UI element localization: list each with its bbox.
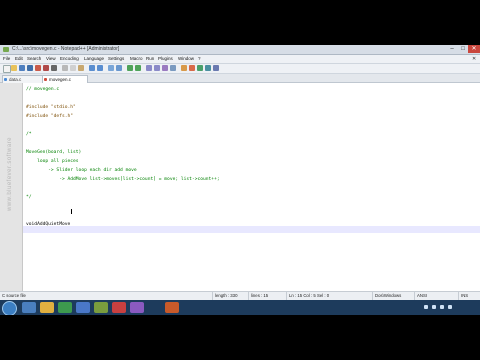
code-line[interactable]: voidAddQuietMove: [26, 221, 70, 228]
window-title: C:\...\src\movegen.c - Notepad++ [Admini…: [12, 46, 120, 52]
status-insert-mode: INS: [458, 292, 468, 300]
code-line[interactable]: /*: [26, 131, 32, 138]
menu-window[interactable]: Window: [178, 55, 194, 63]
open-file-icon[interactable]: [11, 65, 17, 71]
close-button[interactable]: ✕: [468, 45, 480, 53]
system-tray: [420, 302, 478, 313]
tray-icon[interactable]: [440, 305, 444, 309]
menu-macro[interactable]: Macro: [130, 55, 143, 63]
record-macro-icon[interactable]: [181, 65, 187, 71]
notepadpp-window: C:\...\src\movegen.c - Notepad++ [Admini…: [0, 45, 480, 315]
menu-edit[interactable]: Edit: [15, 55, 23, 63]
zoom-out-icon[interactable]: [135, 65, 141, 71]
paste-icon[interactable]: [78, 65, 84, 71]
menu-settings[interactable]: Settings: [108, 55, 124, 63]
menu-view[interactable]: View: [46, 55, 56, 63]
code-line[interactable]: */: [26, 194, 32, 201]
tab-label: data.c: [9, 77, 22, 82]
code-editor[interactable]: www.bluefever.software // movegen.c #incl…: [0, 83, 480, 299]
status-bar: C source file length : 330 lines : 15 Ln…: [0, 291, 480, 300]
text-caret: [71, 209, 72, 214]
word-wrap-icon[interactable]: [154, 65, 160, 71]
close-all-icon[interactable]: [43, 65, 49, 71]
menu-run[interactable]: Run: [146, 55, 154, 63]
run-macro-multiple-icon[interactable]: [205, 65, 211, 71]
program-taskbar-icon[interactable]: [130, 302, 144, 313]
tab-movegen-c[interactable]: movegen.c: [42, 75, 88, 83]
title-bar: C:\...\src\movegen.c - Notepad++ [Admini…: [0, 45, 480, 55]
cut-icon[interactable]: [62, 65, 68, 71]
menu-encoding[interactable]: Encoding: [60, 55, 79, 63]
menu-search[interactable]: Search: [27, 55, 41, 63]
watermark-text: www.bluefever.software: [7, 136, 13, 212]
app-taskbar-icon[interactable]: [76, 302, 90, 313]
unsaved-file-icon: [44, 78, 47, 81]
code-line[interactable]: -> Slider loop each dir add move: [26, 167, 137, 174]
menu-plugins[interactable]: Plugins: [158, 55, 173, 63]
code-line[interactable]: #include "defs.h": [26, 113, 73, 120]
save-all-icon[interactable]: [27, 65, 33, 71]
start-button[interactable]: [2, 301, 17, 315]
status-encoding: ANSI: [414, 292, 427, 300]
stop-macro-icon[interactable]: [189, 65, 195, 71]
menu-language[interactable]: Language: [84, 55, 104, 63]
zoom-in-icon[interactable]: [127, 65, 133, 71]
notepadpp-taskbar-icon[interactable]: [94, 302, 108, 313]
indent-guide-icon[interactable]: [170, 65, 176, 71]
status-position: Ln : 15 Col : 5 Sel : 0: [286, 292, 329, 300]
code-line[interactable]: // movegen.c: [26, 86, 59, 93]
notepadpp-icon: [3, 47, 9, 52]
copy-icon[interactable]: [70, 65, 76, 71]
explorer-taskbar-icon[interactable]: [40, 302, 54, 313]
status-length: length : 330: [212, 292, 237, 300]
line-number-gutter: www.bluefever.software: [0, 83, 23, 299]
code-line[interactable]: #include "stdio.h": [26, 104, 76, 111]
windows-taskbar: [0, 300, 480, 315]
status-lines: lines : 15: [248, 292, 268, 300]
current-line-highlight: [23, 226, 480, 233]
menu-file[interactable]: File: [3, 55, 10, 63]
toolbar: [0, 64, 480, 74]
find-icon[interactable]: [108, 65, 114, 71]
save-macro-icon[interactable]: [213, 65, 219, 71]
tray-icon[interactable]: [432, 305, 436, 309]
ie-taskbar-icon[interactable]: [22, 302, 36, 313]
close-file-icon[interactable]: [35, 65, 41, 71]
letterbox-bottom: [0, 315, 480, 360]
play-macro-icon[interactable]: [197, 65, 203, 71]
show-all-chars-icon[interactable]: [162, 65, 168, 71]
code-line[interactable]: MoveGen(board, list): [26, 149, 81, 156]
menu-help[interactable]: ?: [198, 55, 201, 63]
replace-icon[interactable]: [116, 65, 122, 71]
recorder-taskbar-icon[interactable]: [112, 302, 126, 313]
sync-scroll-icon[interactable]: [146, 65, 152, 71]
save-icon[interactable]: [19, 65, 25, 71]
redo-icon[interactable]: [97, 65, 103, 71]
menu-bar: File Edit Search View Encoding Language …: [0, 55, 480, 64]
print-icon[interactable]: [51, 65, 57, 71]
status-eol: Dos\Windows: [372, 292, 401, 300]
saved-file-icon: [4, 78, 7, 81]
media-player-taskbar-icon[interactable]: [58, 302, 72, 313]
status-filetype: C source file: [2, 293, 26, 298]
new-file-icon[interactable]: [3, 65, 11, 73]
letterbox-top: [0, 0, 480, 45]
code-line[interactable]: -> AddMove list->moves[list->count] = mo…: [26, 176, 219, 183]
tray-icon[interactable]: [448, 305, 452, 309]
tab-bar: data.c movegen.c: [0, 74, 480, 83]
close-document-icon[interactable]: ✕: [472, 55, 476, 63]
tab-label: movegen.c: [49, 77, 72, 82]
code-line[interactable]: loop all pieces: [26, 158, 79, 165]
undo-icon[interactable]: [89, 65, 95, 71]
tray-icon[interactable]: [424, 305, 428, 309]
active-program-taskbar-icon[interactable]: [165, 302, 179, 313]
